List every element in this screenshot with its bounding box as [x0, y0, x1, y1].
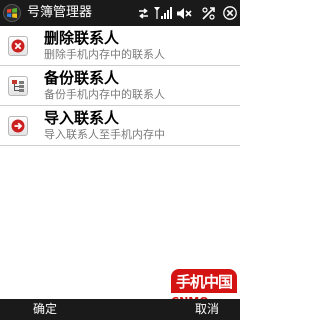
menu-bar: 确定 取消 — [0, 299, 240, 320]
signal-icon[interactable] — [152, 0, 174, 26]
list-item-delete-contacts[interactable]: 删除联系人 删除手机内存中的联系人 — [0, 26, 240, 66]
item-subtitle: 导入联系人至手机内存中 — [44, 128, 165, 141]
import-icon — [8, 116, 28, 136]
app-title: 号簿管理器 — [27, 5, 93, 20]
item-title: 备份联系人 — [44, 69, 120, 87]
close-icon[interactable] — [221, 0, 239, 26]
item-subtitle: 备份手机内存中的联系人 — [44, 88, 165, 101]
ok-softkey[interactable]: 确定 — [33, 302, 57, 317]
connectivity-icon[interactable] — [200, 0, 218, 26]
watermark-cn-text: 手机中国 — [171, 269, 237, 295]
action-list: 删除联系人 删除手机内存中的联系人 备份联系人 备份手机内存中的联系人 导入联系… — [0, 26, 240, 146]
item-subtitle: 删除手机内存中的联系人 — [44, 48, 165, 61]
item-title: 导入联系人 — [44, 109, 120, 127]
cancel-softkey[interactable]: 取消 — [195, 302, 219, 317]
list-item-import-contacts[interactable]: 导入联系人 导入联系人至手机内存中 — [0, 106, 240, 146]
item-title: 删除联系人 — [44, 29, 120, 47]
sync-icon[interactable] — [135, 0, 151, 26]
title-bar: 号簿管理器 — [0, 0, 240, 26]
list-item-backup-contacts[interactable]: 备份联系人 备份手机内存中的联系人 — [0, 66, 240, 106]
speaker-muted-icon[interactable] — [175, 0, 193, 26]
backup-icon — [8, 76, 28, 96]
delete-icon — [8, 36, 28, 56]
windows-start-icon[interactable] — [3, 4, 21, 22]
